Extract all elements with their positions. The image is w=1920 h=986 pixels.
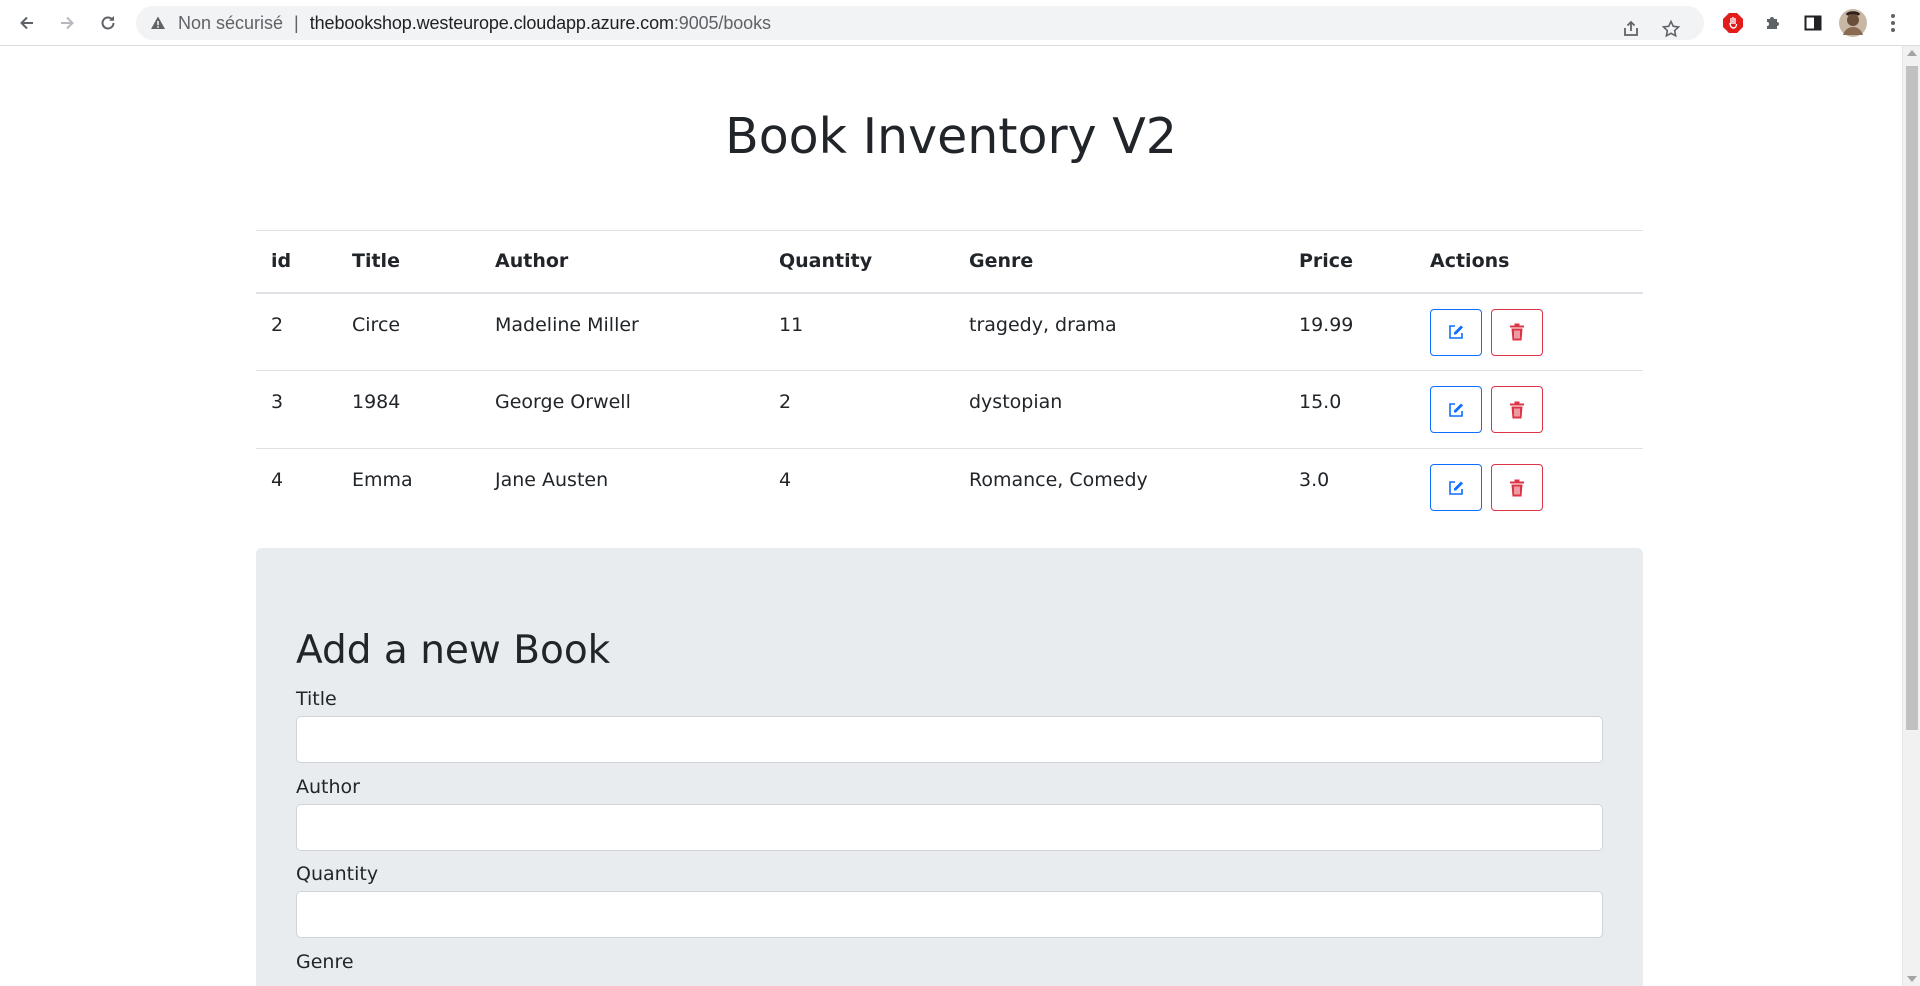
header-actions: Actions	[1415, 230, 1643, 294]
edit-icon	[1449, 402, 1463, 417]
warning-icon	[150, 15, 166, 31]
cell-title: Emma	[352, 469, 413, 491]
quantity-label: Quantity	[296, 863, 379, 885]
page-title: Book Inventory V2	[725, 108, 1177, 165]
edit-icon	[1449, 325, 1463, 339]
table-row: 3 1984 George Orwell 2 dystopian 15.0	[256, 370, 1643, 449]
browser-toolbar: Non sécurisé | thebookshop.westeurope.cl…	[0, 0, 1920, 46]
cell-quantity: 4	[779, 469, 792, 491]
cell-id: 2	[256, 292, 337, 371]
header-price: Price	[1284, 230, 1415, 294]
address-bar[interactable]: Non sécurisé | thebookshop.westeurope.cl…	[136, 6, 1704, 40]
form-heading: Add a new Book	[296, 628, 611, 673]
cell-actions	[1415, 292, 1643, 371]
genre-label: Genre	[296, 951, 354, 973]
header-genre: Genre	[954, 230, 1284, 294]
table-row: 4 Emma Jane Austen 4 Romance, Comedy 3.0	[256, 449, 1643, 527]
puzzle-icon[interactable]	[1758, 8, 1788, 38]
header-id: id	[256, 230, 337, 294]
cell-price: 19.99	[1284, 292, 1415, 371]
cell-author: Jane Austen	[495, 469, 609, 491]
cell-genre: dystopian	[954, 370, 1284, 449]
kebab-menu-icon[interactable]	[1878, 8, 1908, 38]
title-label: Title	[296, 688, 337, 710]
author-label: Author	[296, 776, 360, 798]
cell-author: George Orwell	[480, 370, 764, 449]
trash-icon	[1510, 323, 1524, 341]
add-book-form: Add a new Book Title Author Quantity Gen…	[256, 548, 1643, 986]
cell-genre: Romance, Comedy	[969, 469, 1148, 491]
cell-author: Madeline Miller	[480, 292, 764, 371]
star-icon[interactable]	[1656, 12, 1686, 46]
url-host: thebookshop.westeurope.cloudapp.azure.co…	[309, 12, 674, 33]
avatar[interactable]	[1838, 8, 1868, 38]
cell-actions	[1415, 370, 1643, 449]
header-author: Author	[480, 230, 764, 294]
author-input[interactable]	[296, 804, 1603, 851]
share-icon[interactable]	[1616, 12, 1646, 46]
forward-arrow-icon[interactable]	[52, 8, 82, 38]
quantity-input[interactable]	[296, 891, 1603, 938]
reload-icon[interactable]	[93, 8, 123, 38]
url-text[interactable]: thebookshop.westeurope.cloudapp.azure.co…	[310, 13, 771, 34]
scroll-up-arrow-icon[interactable]	[1907, 50, 1917, 56]
trash-icon	[1510, 479, 1524, 496]
url-path: :9005/books	[673, 12, 771, 33]
cell-title: Circe	[337, 292, 480, 371]
cell-quantity: 2	[764, 370, 954, 449]
table-header-row: id Title Author Quantity Genre Price Act…	[256, 230, 1643, 294]
scroll-thumb[interactable]	[1906, 66, 1918, 730]
trash-icon	[1510, 401, 1524, 418]
title-input[interactable]	[296, 716, 1603, 763]
cell-price: 15.0	[1284, 370, 1415, 449]
edit-button[interactable]	[1430, 308, 1482, 356]
delete-button[interactable]	[1491, 464, 1543, 511]
cell-quantity: 11	[764, 292, 954, 371]
side-panel-icon[interactable]	[1798, 8, 1828, 38]
url-separator: |	[294, 12, 299, 33]
header-title: Title	[337, 230, 480, 294]
table-row: 2 Circe Madeline Miller 11 tragedy, dram…	[256, 292, 1643, 371]
edit-button[interactable]	[1430, 386, 1482, 433]
cell-id: 4	[271, 469, 284, 491]
security-status[interactable]: Non sécurisé	[178, 13, 283, 34]
edit-button[interactable]	[1430, 464, 1482, 511]
cell-price: 3.0	[1299, 469, 1330, 491]
stop-hand-icon[interactable]	[1718, 8, 1748, 38]
scroll-down-arrow-icon[interactable]	[1907, 976, 1917, 982]
books-table: id Title Author Quantity Genre Price Act…	[256, 230, 1643, 527]
delete-button[interactable]	[1491, 308, 1543, 356]
page-scrollbar[interactable]	[1902, 46, 1920, 986]
cell-id: 3	[256, 370, 337, 449]
cell-actions	[1415, 449, 1643, 527]
back-arrow-icon[interactable]	[12, 8, 42, 38]
edit-icon	[1449, 480, 1463, 495]
cell-title: 1984	[337, 370, 480, 449]
cell-genre: tragedy, drama	[954, 292, 1284, 371]
page-content: Book Inventory V2 id Title Author Quanti…	[0, 46, 1902, 986]
delete-button[interactable]	[1491, 386, 1543, 433]
header-quantity: Quantity	[764, 230, 954, 294]
